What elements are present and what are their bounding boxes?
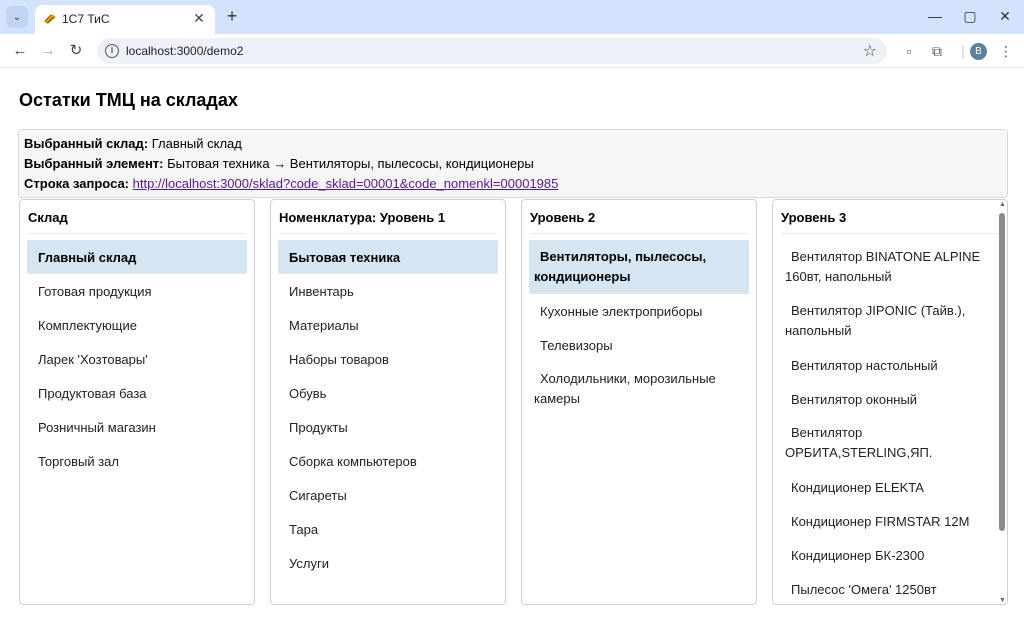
bookmark-star-icon[interactable]: ☆ bbox=[863, 41, 877, 61]
selected-element-value: Бытовая техника → Вентиляторы, пылесосы,… bbox=[167, 156, 534, 171]
query-label: Строка запроса: bbox=[24, 176, 130, 191]
list-item[interactable]: Обувь bbox=[278, 376, 498, 410]
level2-list: Вентиляторы, пылесосы, кондиционеры Кухон… bbox=[529, 240, 749, 416]
list-item[interactable]: Вентилятор JIPONIC (Тайв.), напольный bbox=[780, 294, 1000, 348]
browser-toolbar: ← → ↻ i localhost:3000/demo2 ☆ ▫ ⧉ | B ⋮ bbox=[0, 34, 1024, 68]
browser-tab[interactable]: 1С7 ТиС ✕ bbox=[35, 5, 215, 34]
list-item[interactable]: Продукты bbox=[278, 410, 498, 444]
selected-warehouse-label: Выбранный склад: bbox=[24, 136, 149, 151]
list-item[interactable]: Услуги bbox=[278, 546, 498, 580]
scrollbar-thumb[interactable] bbox=[999, 213, 1005, 531]
list-item[interactable]: Кондиционер БК-2300 bbox=[780, 538, 1000, 572]
column-title: Уровень 2 bbox=[530, 210, 748, 234]
level3-list: Вентилятор BINATONE ALPINE 160вт, наполь… bbox=[780, 240, 1000, 604]
list-item[interactable]: Сигареты bbox=[278, 478, 498, 512]
tab-title: 1С7 ТиС bbox=[62, 12, 110, 26]
list-item[interactable]: Тара bbox=[278, 512, 498, 546]
puzzle-icon[interactable]: ⧉ bbox=[928, 42, 946, 60]
profile-avatar[interactable]: B bbox=[970, 43, 987, 60]
list-item[interactable]: Вентиляторы, пылесосы, кондиционеры bbox=[529, 240, 749, 294]
list-item[interactable]: Ларек 'Хозтовары' bbox=[27, 342, 247, 376]
query-line: Строка запроса: http://localhost:3000/sk… bbox=[24, 175, 1002, 195]
list-item[interactable]: Вентилятор настольный bbox=[780, 348, 1000, 382]
query-link[interactable]: http://localhost:3000/sklad?code_sklad=0… bbox=[133, 176, 559, 191]
tab-close-icon[interactable]: ✕ bbox=[191, 10, 207, 26]
extension-icon[interactable]: ▫ bbox=[900, 42, 918, 60]
list-item[interactable]: Вентилятор ОРБИТА,STERLING,ЯП. bbox=[780, 416, 1000, 470]
list-item[interactable]: Материалы bbox=[278, 308, 498, 342]
address-bar[interactable]: i localhost:3000/demo2 ☆ bbox=[97, 38, 887, 64]
maximize-icon[interactable]: ▢ bbox=[955, 5, 985, 27]
list-item[interactable]: Готовая продукция bbox=[27, 274, 247, 308]
warehouse-column: Склад Главный склад Готовая продукция Комп… bbox=[19, 199, 255, 605]
list-item[interactable]: Инвентарь bbox=[278, 274, 498, 308]
list-item[interactable]: Кондиционер ELEKTA bbox=[780, 470, 1000, 504]
reload-icon[interactable]: ↻ bbox=[65, 40, 87, 62]
list-item[interactable]: Сборка компьютеров bbox=[278, 444, 498, 478]
list-item[interactable]: Телевизоры bbox=[529, 328, 749, 362]
favicon-icon bbox=[44, 14, 56, 24]
column-title: Склад bbox=[28, 210, 246, 234]
page-viewport: Остатки ТМЦ на складах Выбранный склад: … bbox=[0, 68, 1024, 628]
browser-tab-strip: ⌄ 1С7 ТиС ✕ + — ▢ ✕ bbox=[0, 0, 1024, 34]
list-item[interactable]: Комплектующие bbox=[27, 308, 247, 342]
column-title: Уровень 3 bbox=[781, 210, 999, 234]
selected-warehouse-value: Главный склад bbox=[151, 136, 242, 151]
list-item[interactable]: Вентилятор оконный bbox=[780, 382, 1000, 416]
selection-info: Выбранный склад: Главный склад Выбранный… bbox=[18, 129, 1008, 198]
list-item[interactable]: Розничный магазин bbox=[27, 410, 247, 444]
page-title: Остатки ТМЦ на складах bbox=[19, 90, 238, 110]
list-item[interactable]: Торговый зал bbox=[27, 444, 247, 478]
window-close-icon[interactable]: ✕ bbox=[990, 5, 1020, 27]
column-title: Номенклатура: Уровень 1 bbox=[279, 210, 497, 234]
list-item[interactable]: Продуктовая база bbox=[27, 376, 247, 410]
menu-kebab-icon[interactable]: ⋮ bbox=[997, 42, 1015, 60]
list-item[interactable]: Главный склад bbox=[27, 240, 247, 274]
back-icon[interactable]: ← bbox=[9, 40, 31, 62]
level3-scrollbar[interactable]: ▲ ▼ bbox=[996, 199, 1008, 605]
list-item[interactable]: Кондиционер FIRMSTAR 12М bbox=[780, 504, 1000, 538]
selected-element-line: Выбранный элемент: Бытовая техника → Вен… bbox=[24, 155, 1002, 175]
scroll-down-arrow-icon[interactable]: ▼ bbox=[999, 597, 1006, 604]
forward-icon[interactable]: → bbox=[37, 40, 59, 62]
list-item[interactable]: Бытовая техника bbox=[278, 240, 498, 274]
list-item[interactable]: Вентилятор BINATONE ALPINE 160вт, наполь… bbox=[780, 240, 1000, 294]
level1-list: Бытовая техника Инвентарь Материалы Наборы … bbox=[278, 240, 498, 580]
level2-column: Уровень 2 Вентиляторы, пылесосы, кондици… bbox=[521, 199, 757, 605]
level3-column: Уровень 3 Вентилятор BINATONE ALPINE 160… bbox=[772, 199, 1008, 605]
warehouse-list: Главный склад Готовая продукция Комплектую… bbox=[27, 240, 247, 478]
selected-element-label: Выбранный элемент: bbox=[24, 156, 164, 171]
minimize-icon[interactable]: — bbox=[920, 5, 950, 27]
selected-warehouse-line: Выбранный склад: Главный склад bbox=[24, 135, 1002, 155]
new-tab-icon[interactable]: + bbox=[222, 6, 242, 26]
list-item[interactable]: Наборы товаров bbox=[278, 342, 498, 376]
address-url[interactable]: localhost:3000/demo2 bbox=[126, 44, 243, 58]
scroll-up-arrow-icon[interactable]: ▲ bbox=[999, 201, 1006, 208]
site-info-icon[interactable]: i bbox=[105, 44, 119, 58]
tab-search-chevron-icon[interactable]: ⌄ bbox=[6, 6, 28, 28]
level1-column: Номенклатура: Уровень 1 Бытовая техника И… bbox=[270, 199, 506, 605]
list-item[interactable]: Пылесос 'Омега' 1250вт bbox=[780, 572, 1000, 604]
list-item[interactable]: Холодильники, морозильные камеры bbox=[529, 362, 749, 416]
list-item[interactable]: Кухонные электроприборы bbox=[529, 294, 749, 328]
